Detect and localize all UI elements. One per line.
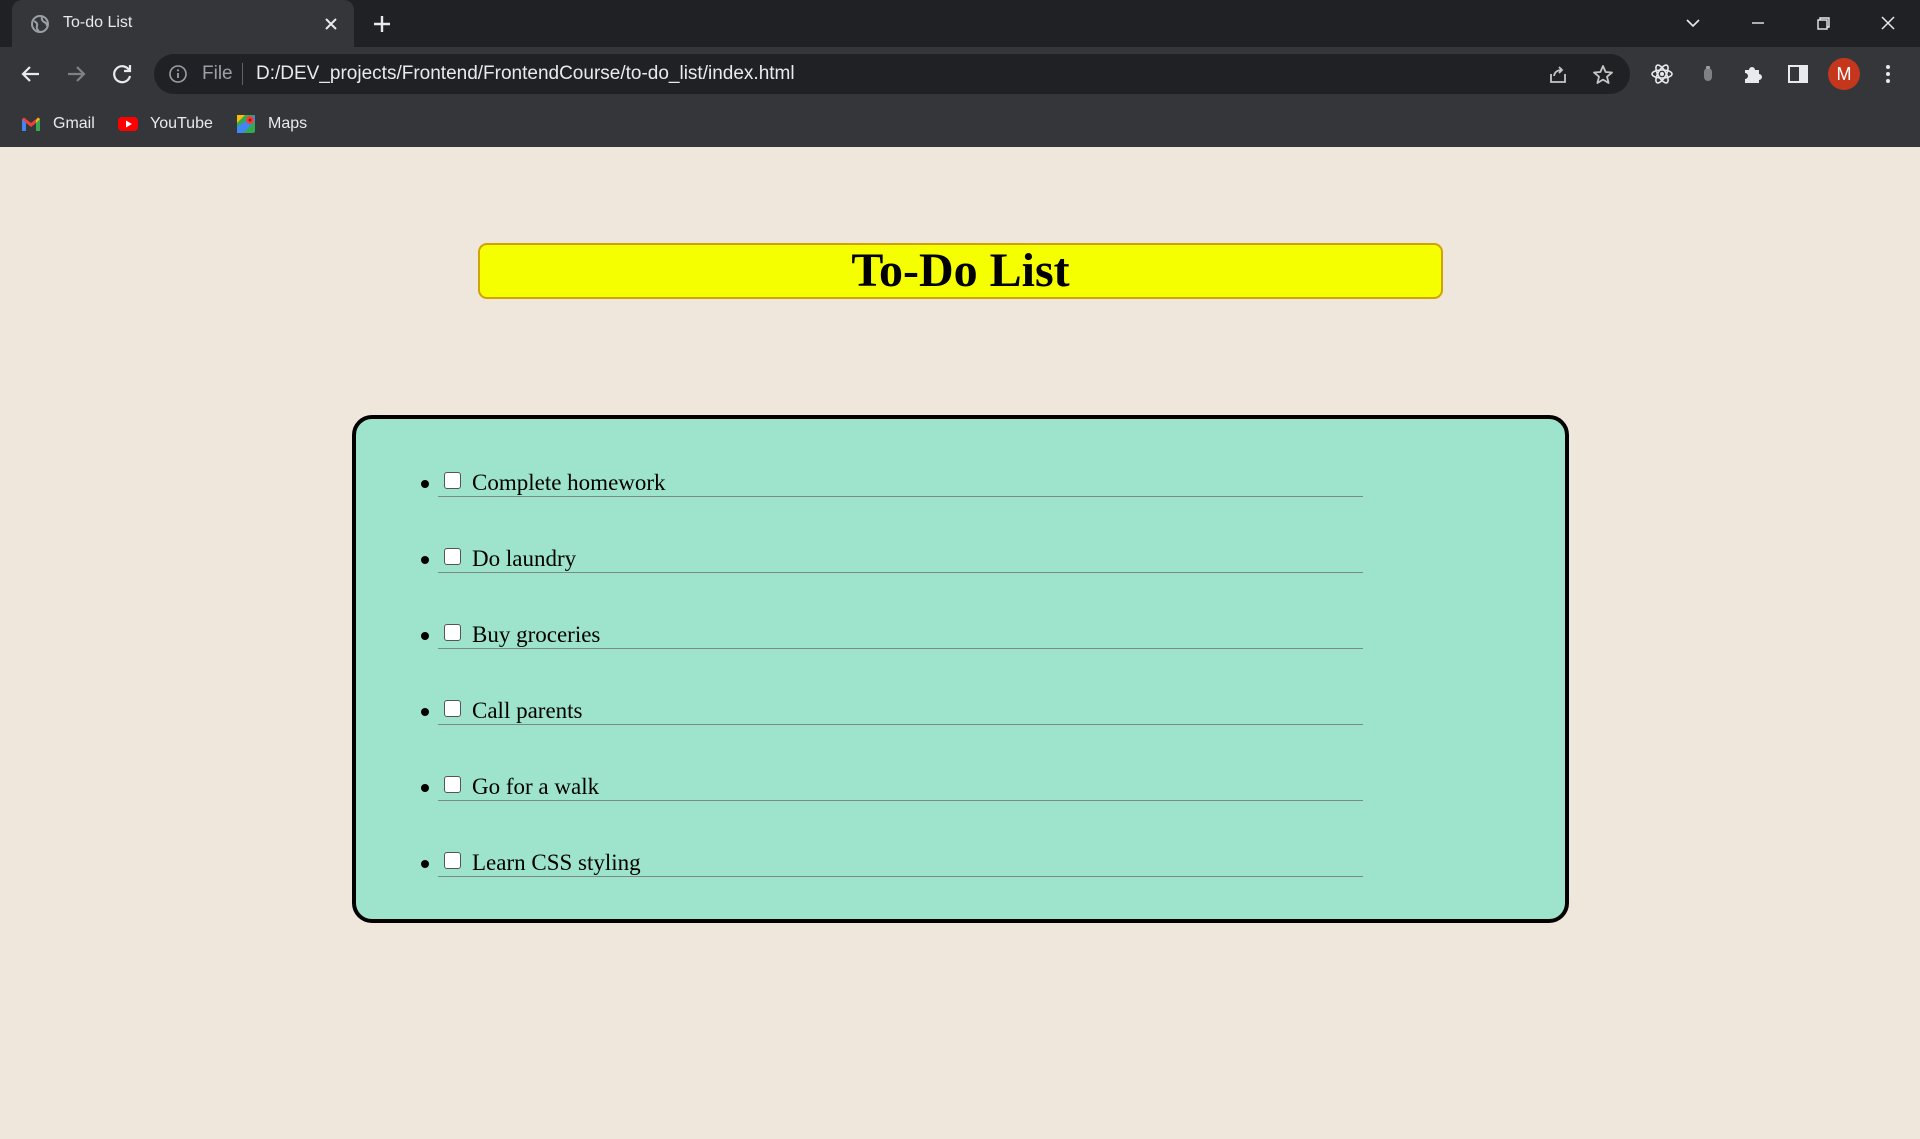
bookmark-gmail[interactable]: Gmail	[20, 113, 95, 135]
side-panel-icon[interactable]	[1784, 60, 1812, 88]
list-item: Buy groceries	[421, 606, 1363, 682]
maps-icon	[237, 115, 255, 133]
todo-row: Complete homework	[438, 454, 1363, 497]
more-menu-icon[interactable]	[1874, 60, 1902, 88]
react-devtools-icon[interactable]	[1648, 60, 1676, 88]
todo-row: Buy groceries	[438, 606, 1363, 649]
bookmark-maps[interactable]: Maps	[235, 113, 307, 135]
todo-label: Go for a walk	[472, 774, 600, 799]
list-item: Do laundry	[421, 530, 1363, 606]
todo-label: Call parents	[472, 698, 583, 723]
youtube-icon	[118, 117, 138, 131]
todo-row: Learn CSS styling	[438, 834, 1363, 877]
profile-avatar[interactable]: M	[1828, 58, 1860, 90]
tab-strip: To-do List	[0, 0, 1920, 47]
back-icon[interactable]	[17, 60, 45, 88]
bullet-icon	[421, 784, 429, 792]
scheme-label: File	[202, 63, 233, 84]
restore-icon[interactable]	[1810, 10, 1836, 36]
share-icon[interactable]	[1546, 63, 1570, 87]
list-item: Call parents	[421, 682, 1363, 758]
page-viewport: To-Do List Complete homework Do laundry	[0, 147, 1920, 1139]
todo-label: Buy groceries	[472, 622, 601, 647]
page-title: To-Do List	[478, 243, 1443, 299]
todo-label: Complete homework	[472, 470, 666, 495]
gmail-icon	[22, 117, 40, 131]
todo-checkbox[interactable]	[444, 548, 461, 565]
browser-toolbar: File D:/DEV_projects/Frontend/FrontendCo…	[0, 47, 1920, 101]
bookmarks-bar: Gmail YouTube Maps	[0, 101, 1920, 147]
todo-row: Do laundry	[438, 530, 1363, 573]
close-window-icon[interactable]	[1875, 10, 1901, 36]
todo-label: Learn CSS styling	[472, 850, 641, 875]
todo-checkbox[interactable]	[444, 776, 461, 793]
new-tab-icon[interactable]	[370, 12, 394, 36]
todo-container: Complete homework Do laundry Buy groceri…	[352, 415, 1569, 923]
todo-checkbox[interactable]	[444, 700, 461, 717]
info-icon[interactable]	[168, 64, 188, 84]
globe-icon	[31, 15, 49, 33]
bullet-icon	[421, 480, 429, 488]
url-text[interactable]: D:/DEV_projects/Frontend/FrontendCourse/…	[256, 64, 795, 84]
bookmark-label: YouTube	[150, 115, 213, 132]
extension-icon[interactable]	[1694, 60, 1722, 88]
bullet-icon	[421, 860, 429, 868]
forward-icon[interactable]	[62, 60, 90, 88]
tab-active[interactable]: To-do List	[12, 0, 354, 47]
browser-chrome: To-do List File D:/DEV_projects/Frontend…	[0, 0, 1920, 147]
tab-title: To-do List	[63, 14, 133, 31]
reload-icon[interactable]	[108, 60, 136, 88]
list-item: Learn CSS styling	[421, 834, 1363, 910]
address-bar[interactable]: File D:/DEV_projects/Frontend/FrontendCo…	[154, 54, 1630, 94]
extensions-puzzle-icon[interactable]	[1739, 60, 1767, 88]
list-item: Go for a walk	[421, 758, 1363, 834]
todo-checkbox[interactable]	[444, 624, 461, 641]
todo-label: Do laundry	[472, 546, 577, 571]
bookmark-label: Gmail	[53, 115, 95, 132]
todo-checkbox[interactable]	[444, 472, 461, 489]
bullet-icon	[421, 708, 429, 716]
omnibox-divider	[242, 63, 243, 85]
todo-row: Call parents	[438, 682, 1363, 725]
bullet-icon	[421, 556, 429, 564]
todo-checkbox[interactable]	[444, 852, 461, 869]
minimize-icon[interactable]	[1745, 10, 1771, 36]
todo-list: Complete homework Do laundry Buy groceri…	[421, 454, 1363, 910]
bookmark-youtube[interactable]: YouTube	[117, 113, 213, 135]
bookmark-label: Maps	[268, 115, 308, 132]
close-icon[interactable]	[320, 13, 342, 35]
list-item: Complete homework	[421, 454, 1363, 530]
todo-row: Go for a walk	[438, 758, 1363, 801]
tab-search-icon[interactable]	[1680, 10, 1706, 36]
bookmark-star-icon[interactable]	[1591, 63, 1615, 87]
bullet-icon	[421, 632, 429, 640]
